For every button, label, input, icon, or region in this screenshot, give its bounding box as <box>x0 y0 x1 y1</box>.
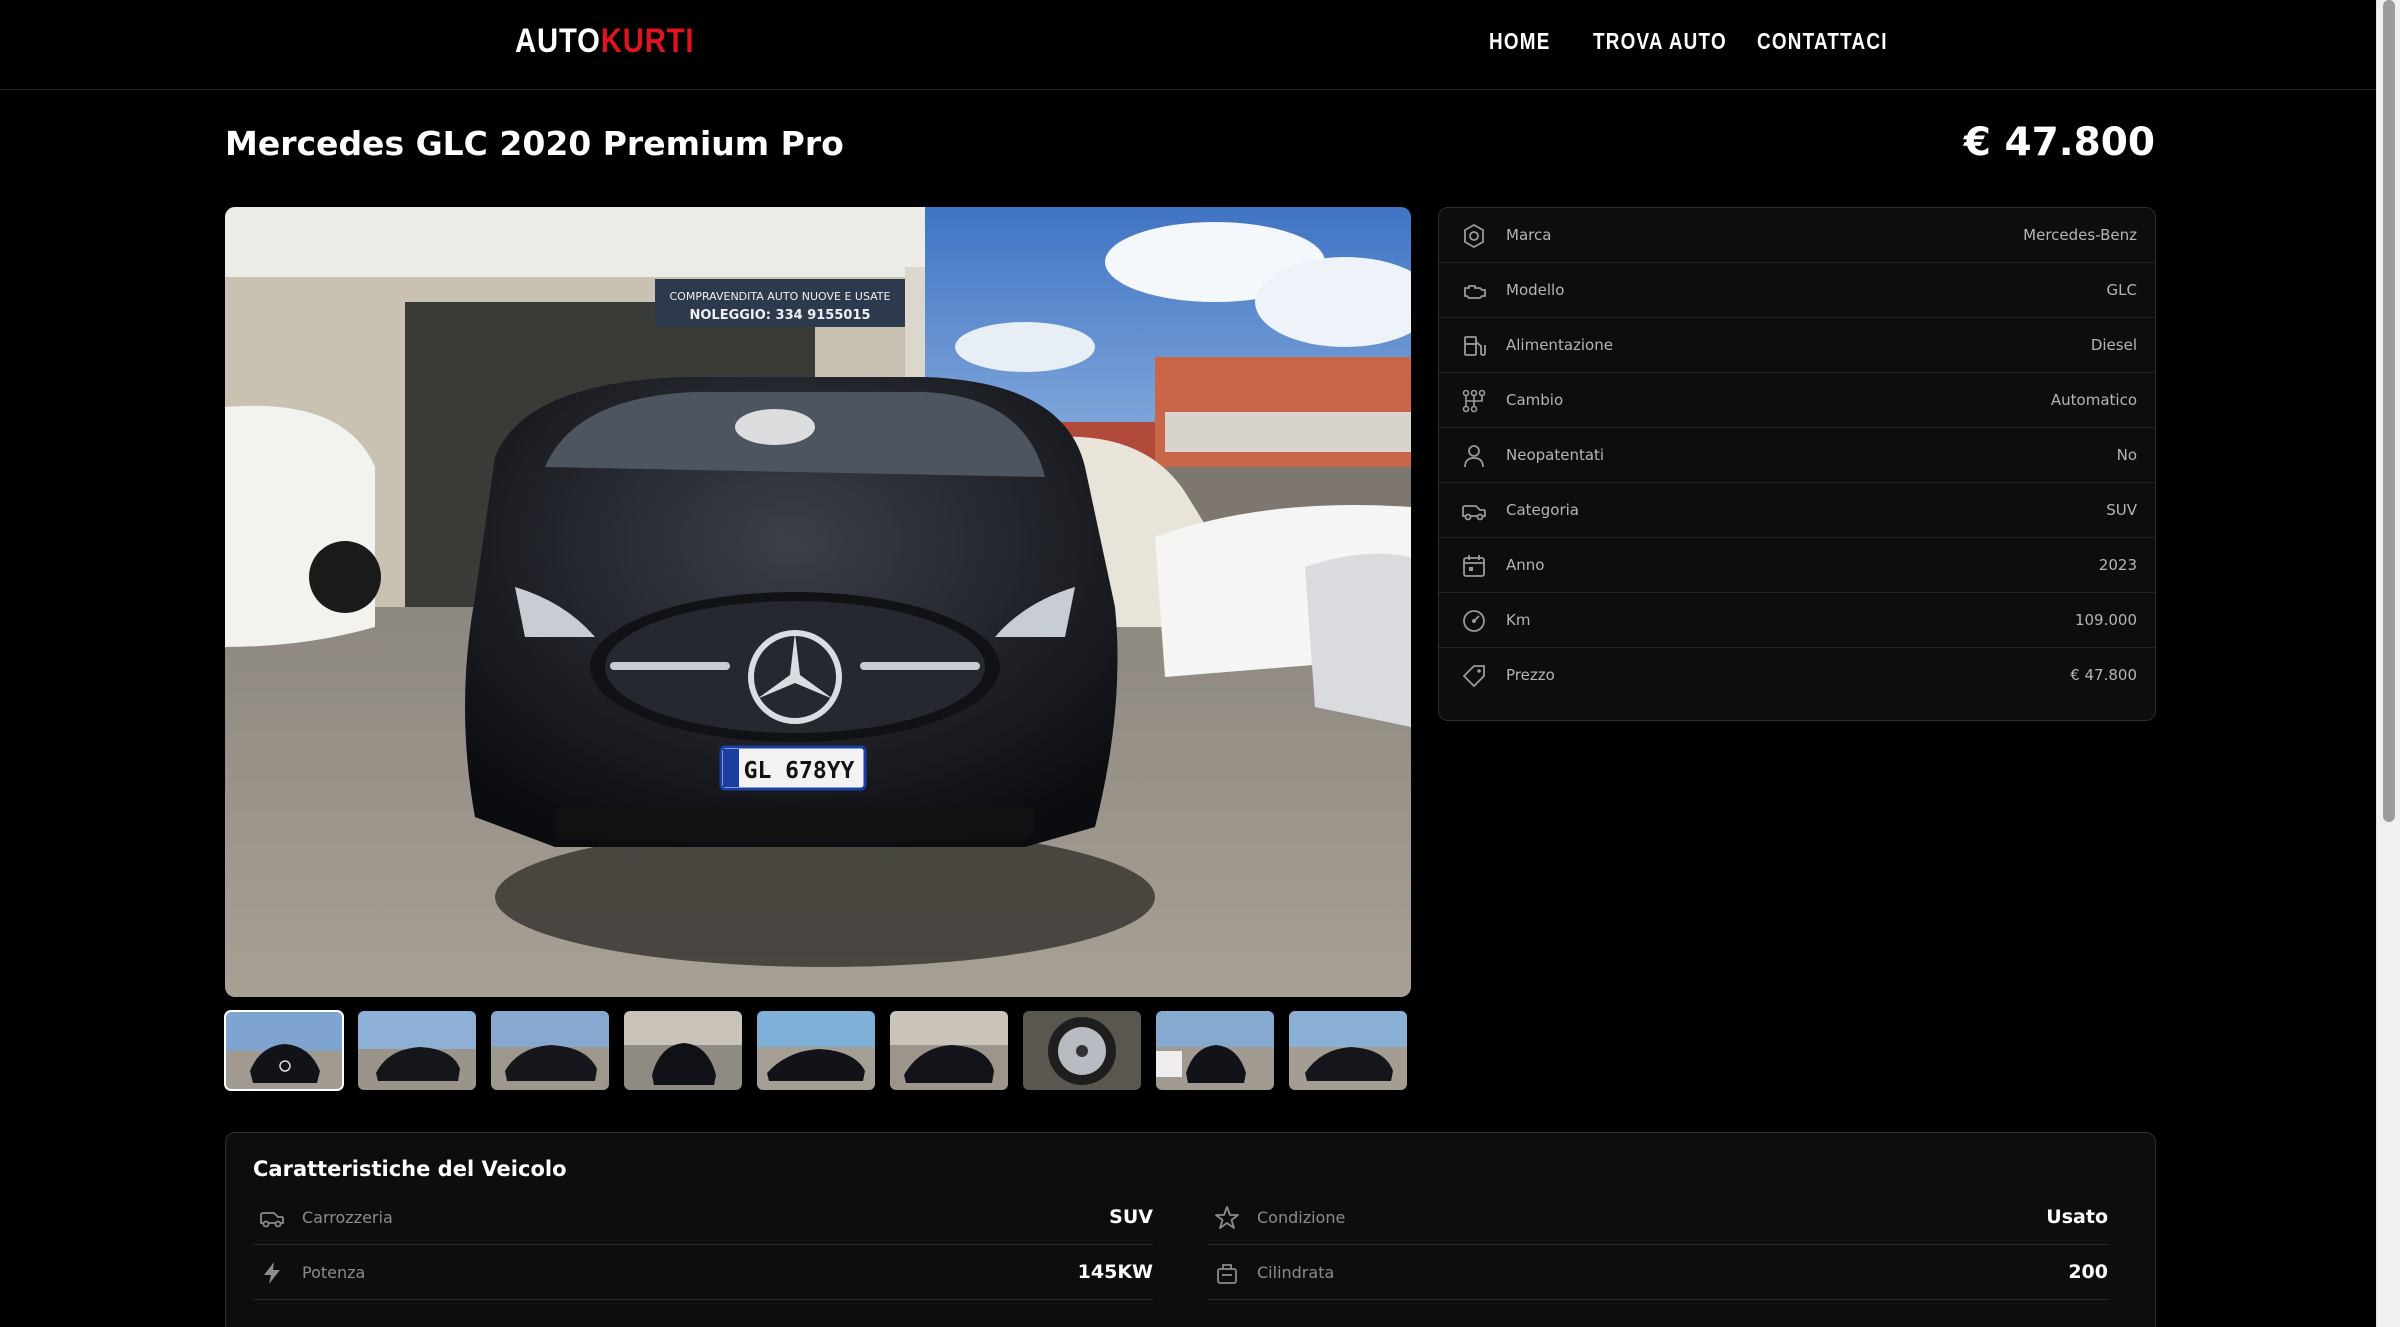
spec-row-categoria: Categoria SUV <box>1439 483 2155 538</box>
spec-label: Cambio <box>1506 391 1564 409</box>
feature-label: Carrozzeria <box>302 1208 393 1227</box>
thumbnail-4[interactable] <box>624 1011 742 1090</box>
feature-potenza: Potenza 145KW <box>253 1246 1153 1300</box>
spec-value: 109.000 <box>2074 611 2137 629</box>
feature-label: Cilindrata <box>1257 1263 1335 1282</box>
bolt-icon <box>264 1262 280 1284</box>
feature-label: Potenza <box>302 1263 366 1282</box>
spec-row-prezzo: Prezzo € 47.800 <box>1439 648 2155 703</box>
feature-value: Usato <box>2046 1206 2108 1228</box>
spec-label: Prezzo <box>1506 666 1555 684</box>
engine-block-icon <box>1217 1264 1237 1284</box>
feature-value: SUV <box>1109 1206 1153 1228</box>
spec-row-alimentazione: Alimentazione Diesel <box>1439 318 2155 373</box>
dealer-sign-line2: NOLEGGIO: 334 9155015 <box>689 308 870 323</box>
star-icon <box>1215 1206 1239 1229</box>
spec-value: Diesel <box>2090 336 2137 354</box>
nav-link-home[interactable]: HOME <box>1489 28 1551 55</box>
spec-value: No <box>2116 446 2137 464</box>
feature-label: Condizione <box>1257 1208 1346 1227</box>
logo-text-kurti: KURTI <box>600 22 695 60</box>
spec-label: Km <box>1506 611 1531 629</box>
gearbox-icon <box>1462 389 1486 413</box>
vehicle-features-section: Caratteristiche del Veicolo Carrozzeria … <box>225 1132 2156 1327</box>
spec-value: Automatico <box>2050 391 2137 409</box>
site-logo[interactable]: AUTOKURTI <box>515 22 694 61</box>
calendar-icon <box>1463 555 1485 577</box>
spec-value: 2023 <box>2098 556 2137 574</box>
thumbnail-5[interactable] <box>757 1011 875 1090</box>
feature-value: 200 <box>2068 1261 2108 1283</box>
thumbnail-6[interactable] <box>890 1011 1008 1090</box>
speedometer-icon <box>1463 610 1485 632</box>
features-title: Caratteristiche del Veicolo <box>253 1157 567 1181</box>
fuel-icon <box>1464 336 1486 356</box>
engine-icon <box>1464 285 1486 299</box>
dealer-sign-line1: COMPRAVENDITA AUTO NUOVE E USATE <box>670 290 891 303</box>
feature-cilindrata: Cilindrata 200 <box>1208 1246 2108 1300</box>
main-car-photo[interactable]: COMPRAVENDITA AUTO NUOVE E USATE NOLEGGI… <box>225 207 1411 997</box>
spec-label: Anno <box>1506 556 1545 574</box>
spec-row-modello: Modello GLC <box>1439 263 2155 318</box>
thumbnail-1[interactable] <box>224 1010 344 1091</box>
spec-value: SUV <box>2106 501 2137 519</box>
nav-link-trova-auto[interactable]: TROVA AUTO <box>1593 28 1727 55</box>
thumbnail-8[interactable] <box>1156 1011 1274 1090</box>
spec-label: Neopatentati <box>1506 446 1605 464</box>
car-icon <box>1462 505 1486 521</box>
brand-icon <box>1464 223 1484 249</box>
spec-row-cambio: Cambio Automatico <box>1439 373 2155 428</box>
listing-title: Mercedes GLC 2020 Premium Pro <box>225 124 844 163</box>
nav-link-contattaci[interactable]: CONTATTACI <box>1757 28 1888 55</box>
spec-label: Alimentazione <box>1506 336 1613 354</box>
listing-price: € 47.800 <box>1963 120 2155 165</box>
car-icon <box>260 1212 284 1228</box>
feature-carrozzeria: Carrozzeria SUV <box>253 1191 1153 1245</box>
top-navigation: AUTOKURTI HOME TROVA AUTO CONTATTACI <box>0 0 2376 90</box>
feature-value: 145KW <box>1077 1261 1153 1283</box>
vehicle-specs-panel: Marca Mercedes-Benz Modello GLC Alimenta… <box>1438 207 2156 721</box>
page-scrollbar[interactable] <box>2376 0 2400 1327</box>
thumbnail-3[interactable] <box>491 1011 609 1090</box>
spec-value: GLC <box>2106 281 2137 299</box>
logo-text-auto: AUTO <box>515 22 601 60</box>
spec-value: Mercedes-Benz <box>2023 226 2137 244</box>
feature-condizione: Condizione Usato <box>1208 1191 2108 1245</box>
license-plate-text: GL 678YY <box>744 758 855 784</box>
spec-label: Categoria <box>1506 501 1580 519</box>
spec-row-km: Km 109.000 <box>1439 593 2155 648</box>
spec-value: € 47.800 <box>2070 666 2137 684</box>
tag-icon <box>1462 665 1485 688</box>
thumbnail-7[interactable] <box>1023 1011 1141 1090</box>
spec-row-anno: Anno 2023 <box>1439 538 2155 593</box>
spec-row-neopatentati: Neopatentati No <box>1439 428 2155 483</box>
user-icon <box>1464 445 1484 468</box>
spec-row-marca: Marca Mercedes-Benz <box>1439 208 2155 263</box>
spec-label: Modello <box>1506 281 1565 299</box>
scrollbar-thumb[interactable] <box>2383 0 2395 822</box>
spec-label: Marca <box>1506 226 1552 244</box>
thumbnail-2[interactable] <box>358 1011 476 1090</box>
thumbnail-9[interactable] <box>1289 1011 1407 1090</box>
